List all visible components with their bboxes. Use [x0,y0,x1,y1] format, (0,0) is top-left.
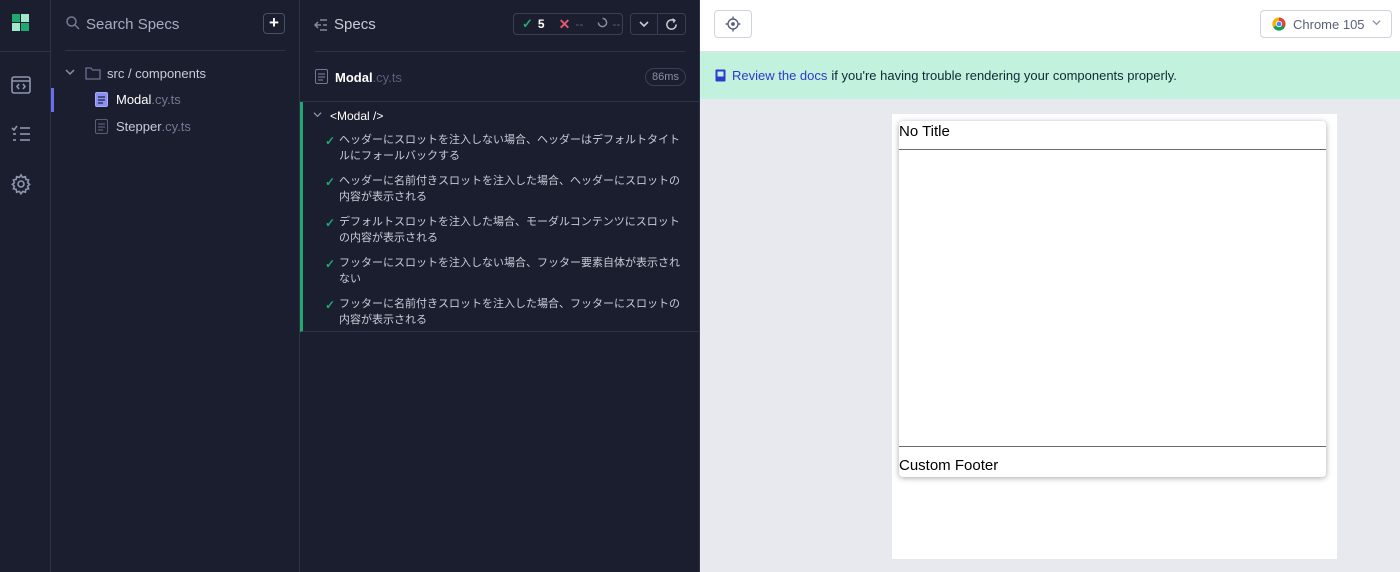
specs-list-toggle-icon[interactable] [314,18,328,32]
document-icon [315,69,328,84]
chevron-down-icon [65,67,79,80]
check-icon: ✓ [325,298,336,312]
search-specs-input[interactable] [86,13,256,35]
test-title: ヘッダーにスロットを注入しない場合、ヘッダーはデフォルトタイトルにフォールバック… [339,134,680,162]
x-icon: ✕ [558,15,571,32]
app-root: + src / components Modal.cy.ts [0,0,1400,572]
check-icon: ✓ [325,216,336,230]
suite-title: <Modal /> [330,109,384,123]
passed-count: 5 [537,17,545,31]
test-title: ヘッダーに名前付きスロットを注入した場合、ヘッダーにスロットの内容が表示される [339,175,680,203]
pending-stat: -- [597,17,620,31]
review-docs-link[interactable]: Review the docs [732,68,827,83]
spec-item-stepper[interactable]: Stepper .cy.ts [95,115,191,137]
selector-playground-button[interactable] [714,10,752,38]
chevron-down-icon [313,110,322,122]
test-item[interactable]: ✓ フッターにスロットを注入しない場合、フッター要素自体が表示されない [325,255,680,287]
modal-component: No Title Custom Footer [899,121,1326,477]
running-spec-name: Modal.cy.ts [335,70,402,85]
failed-count: -- [575,17,584,31]
new-spec-button[interactable]: + [263,13,285,34]
spec-name: Modal [335,70,373,85]
test-item[interactable]: ✓ ヘッダーにスロットを注入しない場合、ヘッダーはデフォルトタイトルにフォールバ… [325,132,680,164]
check-icon: ✓ [325,134,336,148]
test-item[interactable]: ✓ フッターに名前付きスロットを注入した場合、フッターにスロットの内容が表示され… [325,296,680,328]
check-icon: ✓ [325,175,336,189]
book-icon [715,69,726,82]
failed-stat: ✕ -- [559,16,584,33]
specs-list-panel: + src / components Modal.cy.ts [51,0,300,572]
app-logo[interactable] [12,14,30,32]
banner-text: if you're having trouble rendering your … [831,68,1177,83]
passed-stat: ✓ 5 [522,16,545,32]
reporter-panel: Specs ✓ 5 ✕ -- -- Modal.cy.ts 86ms <Moda… [300,0,700,572]
search-divider [65,50,285,51]
spec-name: Modal [116,91,152,107]
test-title: フッターに名前付きスロットを注入した場合、フッターにスロットの内容が表示される [339,298,680,326]
chevron-down-icon [1371,18,1381,30]
suite-header[interactable]: <Modal /> [313,107,383,125]
check-icon: ✓ [325,257,336,271]
component-preview: Chrome 105 Review the docs if you're hav… [700,0,1400,572]
pending-icon [597,17,608,31]
browser-select[interactable]: Chrome 105 [1260,10,1392,38]
document-icon [95,118,108,134]
preview-toolbar: Chrome 105 [700,0,1400,52]
document-icon [95,91,108,107]
crosshair-icon [725,16,741,32]
rerun-button[interactable] [658,13,686,35]
test-item[interactable]: ✓ デフォルトスロットを注入した場合、モーダルコンテンツにスロットの内容が表示さ… [325,214,680,246]
docs-banner: Review the docs if you're having trouble… [700,52,1400,99]
reporter-header: Specs ✓ 5 ✕ -- -- [300,0,700,52]
running-spec-header: Modal.cy.ts 86ms [300,52,700,102]
nav-rail [0,0,51,572]
folder-icon [85,67,101,80]
aut-frame: No Title Custom Footer [892,114,1337,559]
active-spec-indicator [51,88,54,112]
modal-body [899,151,1326,447]
collapse-all-button[interactable] [630,13,658,35]
specs-icon[interactable] [10,74,32,96]
test-suite: <Modal /> ✓ ヘッダーにスロットを注入しない場合、ヘッダーはデフォルト… [300,102,700,332]
spec-name: Stepper [116,118,162,134]
spec-ext: .cy.ts [372,70,402,85]
test-title: デフォルトスロットを注入した場合、モーダルコンテンツにスロットの内容が表示される [339,216,680,244]
spec-duration-badge: 86ms [645,68,686,86]
folder-label: src / components [107,65,206,81]
spec-search-row: + [51,0,300,52]
reporter-title: Specs [334,16,376,33]
spec-item-modal[interactable]: Modal .cy.ts [95,88,181,110]
search-icon [65,15,81,31]
runs-icon[interactable] [10,123,32,145]
pending-count: -- [612,17,621,31]
test-stats: ✓ 5 ✕ -- -- [513,13,623,35]
test-title: フッターにスロットを注入しない場合、フッター要素自体が表示されない [339,257,680,285]
modal-header: No Title [899,121,1326,150]
check-icon: ✓ [522,16,533,31]
browser-label: Chrome 105 [1293,16,1365,32]
rail-divider [0,51,50,52]
chrome-icon [1272,17,1286,31]
test-item[interactable]: ✓ ヘッダーに名前付きスロットを注入した場合、ヘッダーにスロットの内容が表示され… [325,173,680,205]
spec-ext: .cy.ts [151,91,181,107]
modal-footer: Custom Footer [899,457,999,474]
spec-ext: .cy.ts [161,118,191,134]
settings-icon[interactable] [10,173,32,196]
folder-row[interactable]: src / components [65,62,206,84]
